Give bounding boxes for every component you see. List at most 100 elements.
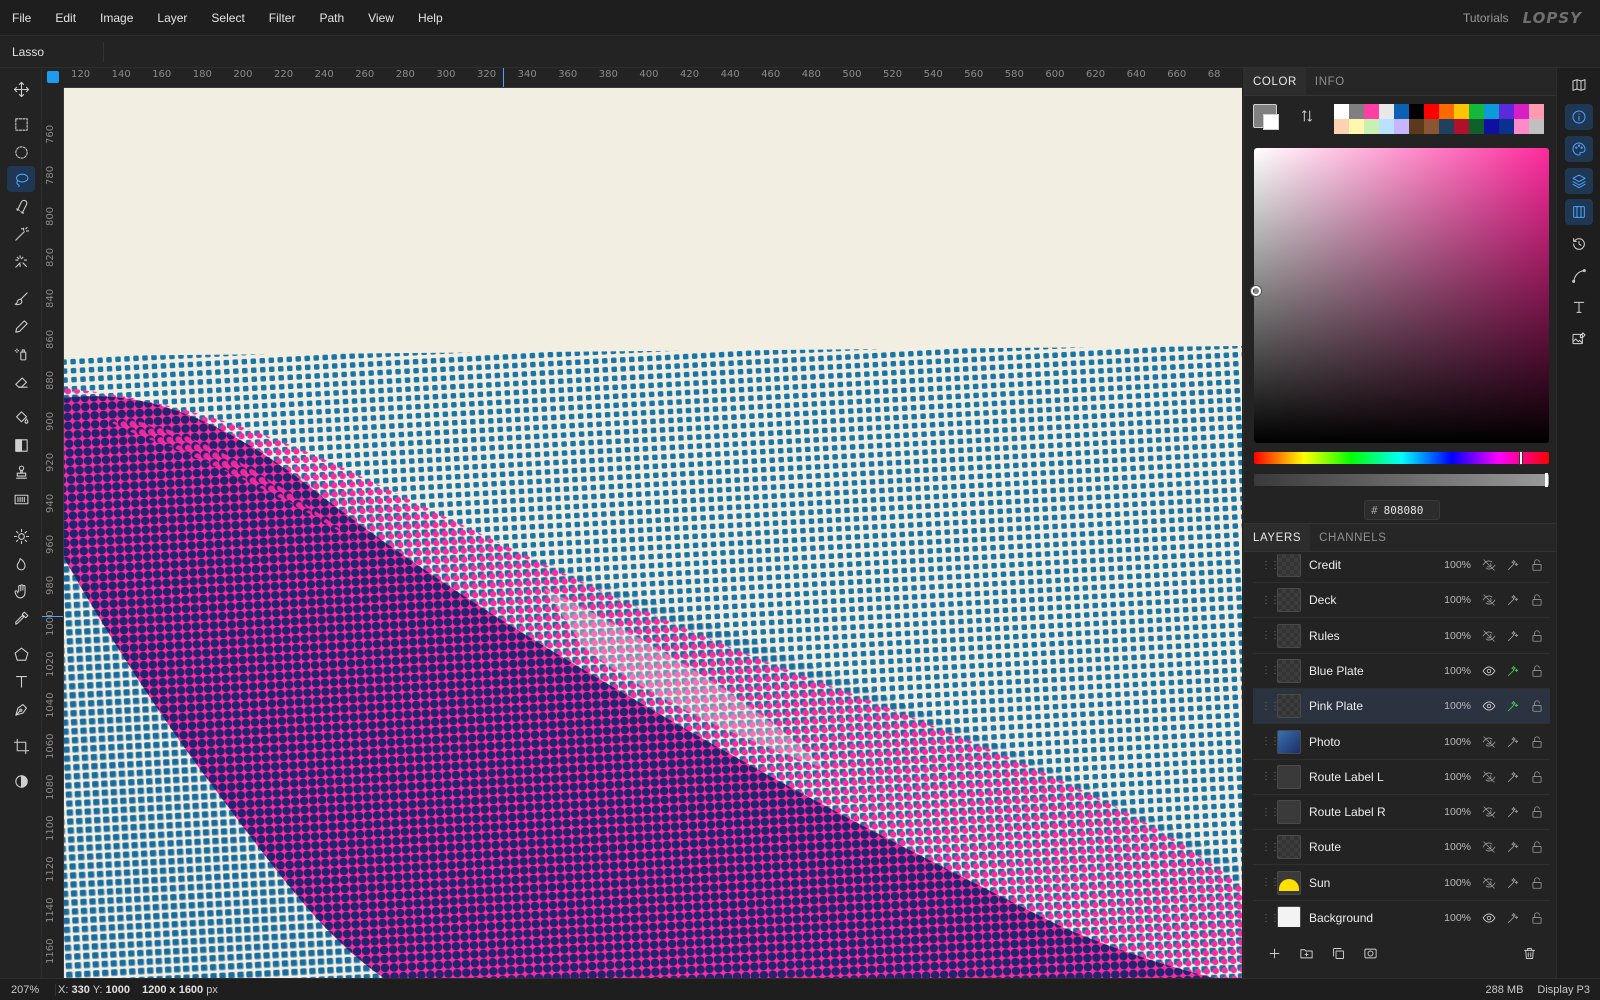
color-panel-button[interactable] (1565, 136, 1593, 162)
eye-off-icon[interactable] (1477, 805, 1501, 819)
layer-opacity[interactable]: 100% (1437, 736, 1471, 748)
eye-off-icon[interactable] (1477, 876, 1501, 890)
effects-icon[interactable] (1501, 805, 1525, 819)
document-canvas[interactable] (64, 88, 1242, 978)
layer-name[interactable]: Rules (1309, 629, 1437, 643)
dodge-tool[interactable] (7, 523, 35, 549)
saturation-value-picker[interactable] (1251, 148, 1549, 443)
lock-icon[interactable] (1525, 876, 1549, 890)
navigator-panel-button[interactable] (1565, 72, 1593, 98)
layer-row[interactable]: ⋮⋮ Blue Plate 100% (1253, 654, 1550, 689)
gradient-tool[interactable] (7, 432, 35, 458)
color-profile[interactable]: Display P3 (1537, 984, 1600, 996)
lock-icon[interactable] (1525, 593, 1549, 607)
effects-icon[interactable] (1501, 876, 1525, 890)
palette-swatch[interactable] (1379, 119, 1394, 134)
layer-row[interactable]: ⋮⋮ Pink Plate 100% (1253, 689, 1550, 725)
layer-name[interactable]: Pink Plate (1309, 699, 1437, 713)
eye-off-icon[interactable] (1477, 770, 1501, 784)
text-tool[interactable] (7, 668, 35, 694)
drag-handle-icon[interactable]: ⋮⋮ (1261, 842, 1280, 853)
crop-tool[interactable] (7, 733, 35, 759)
palette-swatch[interactable] (1364, 119, 1379, 134)
layer-name[interactable]: Route Label R (1309, 805, 1437, 819)
menu-file[interactable]: File (0, 0, 43, 36)
layer-row[interactable]: ⋮⋮ Sun 100% (1253, 866, 1550, 901)
lock-icon[interactable] (1525, 770, 1549, 784)
drag-handle-icon[interactable]: ⋮⋮ (1261, 771, 1280, 782)
horizontal-ruler[interactable]: 120 140 160 180 200 220 240 260 280 300 320 340 360 3… (64, 68, 1242, 88)
effects-icon[interactable] (1501, 664, 1525, 678)
layer-name[interactable]: Sun (1309, 876, 1437, 890)
tutorials-link[interactable]: Tutorials (1449, 11, 1523, 25)
pattern-tool[interactable] (7, 486, 35, 512)
layer-mask-button[interactable] (1354, 940, 1386, 966)
hue-slider-handle[interactable] (1519, 451, 1523, 465)
drag-handle-icon[interactable]: ⋮⋮ (1261, 560, 1280, 571)
layer-opacity[interactable]: 100% (1437, 559, 1471, 571)
layer-row[interactable]: ⋮⋮ Route Label R 100% (1253, 795, 1550, 831)
effects-icon[interactable] (1501, 840, 1525, 854)
palette-swatch[interactable] (1424, 119, 1439, 134)
effects-icon[interactable] (1501, 558, 1525, 572)
layer-opacity[interactable]: 100% (1437, 700, 1471, 712)
quick-select-tool[interactable] (7, 248, 35, 274)
ruler-corner[interactable] (42, 68, 64, 88)
eye-off-icon[interactable] (1477, 593, 1501, 607)
shape-tool[interactable] (7, 641, 35, 667)
layer-row[interactable]: ⋮⋮ Deck 100% (1253, 583, 1550, 619)
menu-filter[interactable]: Filter (257, 0, 308, 36)
eye-off-icon[interactable] (1477, 629, 1501, 643)
rect-select-tool[interactable] (7, 111, 35, 137)
lock-icon[interactable] (1525, 629, 1549, 643)
swap-colors-button[interactable] (1299, 108, 1315, 127)
lock-icon[interactable] (1525, 699, 1549, 713)
background-color-swatch[interactable] (1263, 114, 1279, 130)
move-tool[interactable] (7, 76, 35, 102)
palette-swatch[interactable] (1439, 119, 1454, 134)
palette-swatch[interactable] (1349, 119, 1364, 134)
layer-row[interactable]: ⋮⋮ Route Label L 100% (1253, 760, 1550, 795)
effects-icon[interactable] (1501, 735, 1525, 749)
magnetic-lasso-tool[interactable] (7, 194, 35, 220)
channels-panel-button[interactable] (1565, 199, 1593, 225)
delete-layer-button[interactable] (1513, 940, 1545, 966)
fill-tool[interactable] (7, 404, 35, 430)
palette-swatch[interactable] (1409, 104, 1424, 119)
palette-swatch[interactable] (1394, 119, 1409, 134)
palette-swatch[interactable] (1454, 119, 1469, 134)
duplicate-layer-button[interactable] (1322, 940, 1354, 966)
color-picker-handle[interactable] (1251, 286, 1261, 296)
lock-icon[interactable] (1525, 664, 1549, 678)
layer-opacity[interactable]: 100% (1437, 912, 1471, 924)
eraser-tool[interactable] (7, 368, 35, 394)
add-layer-button[interactable] (1258, 940, 1290, 966)
drag-handle-icon[interactable]: ⋮⋮ (1261, 630, 1280, 641)
character-panel-button[interactable] (1565, 294, 1593, 320)
layer-name[interactable]: Route Label L (1309, 770, 1437, 784)
vertical-ruler[interactable]: 760 780 800 820 840 860 880 900 920 940 960 980 1000… (42, 88, 64, 978)
effects-icon[interactable] (1501, 629, 1525, 643)
layer-opacity[interactable]: 100% (1437, 841, 1471, 853)
eye-off-icon[interactable] (1477, 735, 1501, 749)
hue-slider[interactable] (1254, 451, 1549, 465)
layer-opacity[interactable]: 100% (1437, 630, 1471, 642)
palette-swatch[interactable] (1349, 104, 1364, 119)
palette-swatch[interactable] (1439, 104, 1454, 119)
palette-swatch[interactable] (1469, 119, 1484, 134)
lock-icon[interactable] (1525, 735, 1549, 749)
effects-icon[interactable] (1501, 593, 1525, 607)
layers-panel-button[interactable] (1565, 168, 1593, 194)
menu-layer[interactable]: Layer (145, 0, 199, 36)
palette-swatch[interactable] (1514, 104, 1529, 119)
palette-swatch[interactable] (1529, 104, 1544, 119)
layer-name[interactable]: Photo (1309, 735, 1437, 749)
magic-wand-tool[interactable] (7, 221, 35, 247)
layer-opacity[interactable]: 100% (1437, 665, 1471, 677)
effects-icon[interactable] (1501, 770, 1525, 784)
layer-row[interactable]: ⋮⋮ Photo 100% (1253, 725, 1550, 760)
eye-off-icon[interactable] (1477, 558, 1501, 572)
menu-path[interactable]: Path (307, 0, 356, 36)
palette-swatch[interactable] (1529, 119, 1544, 134)
layer-row[interactable]: ⋮⋮ Rules 100% (1253, 619, 1550, 654)
